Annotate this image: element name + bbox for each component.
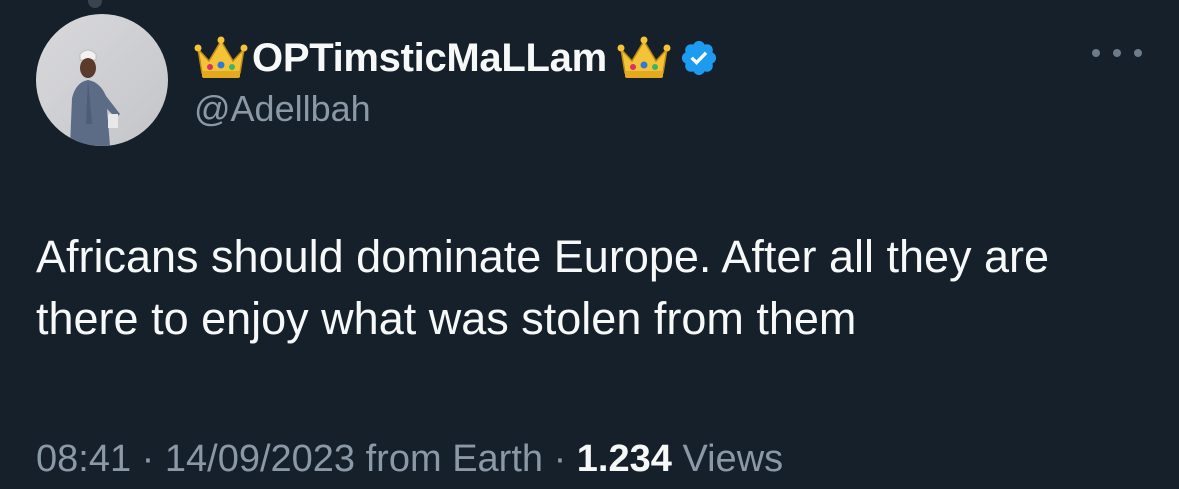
avatar[interactable]: [36, 14, 168, 146]
tweet-source: Earth: [452, 438, 544, 480]
tweet-meta: 08:41 · 14/09/2023 from Earth · 1.234 Vi…: [36, 438, 783, 481]
author-display-name[interactable]: OPTimsticMaLLam: [252, 36, 607, 81]
more-dots-icon: [1113, 49, 1121, 57]
tweet-card: OPTimsticMaLLam @Adellbah Africans shoul…: [0, 0, 1179, 489]
meta-separator: ·: [141, 438, 155, 480]
thread-connector-dot: [88, 0, 102, 8]
more-options-button[interactable]: [1092, 38, 1142, 68]
author-name-row[interactable]: OPTimsticMaLLam: [194, 30, 719, 86]
tweet-time[interactable]: 08:41: [36, 438, 131, 480]
verified-badge-icon[interactable]: [679, 38, 719, 78]
meta-separator: ·: [553, 438, 567, 480]
more-dots-icon: [1134, 49, 1142, 57]
source-prefix: from: [365, 438, 442, 480]
views-label: Views: [682, 438, 784, 480]
tweet-text: Africans should dominate Europe. After a…: [36, 231, 1050, 344]
tweet-date[interactable]: 14/09/2023: [165, 438, 355, 480]
author-handle[interactable]: @Adellbah: [194, 88, 371, 130]
views-count: 1.234: [576, 438, 672, 480]
crown-icon: [194, 35, 248, 81]
more-dots-icon: [1092, 49, 1100, 57]
crown-icon: [617, 35, 671, 81]
